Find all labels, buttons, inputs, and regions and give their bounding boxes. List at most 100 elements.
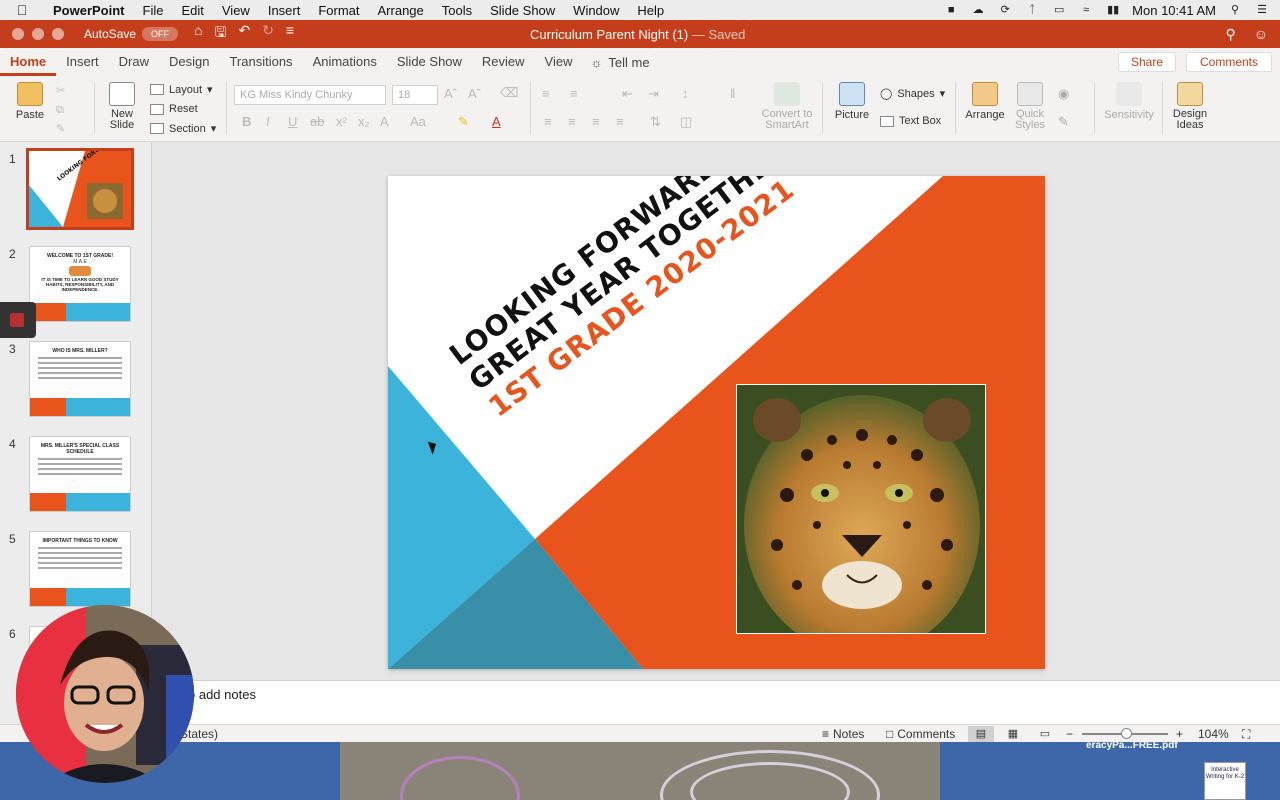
highlight-icon[interactable]: ✎ (458, 114, 469, 130)
tab-draw[interactable]: Draw (109, 48, 159, 76)
format-painter-button[interactable]: ✎ (56, 122, 65, 135)
new-slide-button[interactable]: New Slide (102, 82, 142, 131)
menu-window[interactable]: Window (564, 3, 628, 18)
menu-tools[interactable]: Tools (433, 3, 481, 18)
bullets-icon[interactable]: ≡ (542, 86, 550, 101)
zoom-out-button[interactable]: − (1066, 727, 1073, 741)
thumbnail-slide-2[interactable]: WELCOME TO 1ST GRADE! M.A.E IT IS TIME T… (29, 246, 131, 322)
font-name-dropdown[interactable]: KG Miss Kindy Chunky (234, 85, 386, 105)
tab-design[interactable]: Design (159, 48, 219, 76)
underline-icon[interactable]: U (288, 114, 297, 129)
thumbnail-slide-4[interactable]: MRS. MILLER'S SPECIAL CLASS SCHEDULE (29, 436, 131, 512)
bold-icon[interactable]: B (242, 114, 251, 129)
autosave-toggle[interactable]: OFF (142, 27, 179, 41)
spotlight-search-icon[interactable]: ⚲ (1227, 4, 1243, 16)
minimize-window-button[interactable] (32, 28, 44, 40)
customize-toolbar-icon[interactable]: ≡ (286, 22, 294, 46)
increase-indent-icon[interactable]: ⇥ (648, 86, 659, 102)
home-icon[interactable]: ⌂ (194, 22, 202, 46)
menu-help[interactable]: Help (628, 3, 673, 18)
font-size-dropdown[interactable]: 18 (392, 85, 438, 105)
close-window-button[interactable] (12, 28, 24, 40)
shape-fill-icon[interactable]: ◉ (1058, 86, 1069, 102)
zoom-level[interactable]: 104% (1198, 727, 1229, 741)
change-case-icon[interactable]: Aa (410, 114, 426, 129)
menu-format[interactable]: Format (309, 3, 368, 18)
desktop-document-icon[interactable]: Interactive Writing for K-2 (1204, 762, 1246, 800)
menu-insert[interactable]: Insert (259, 3, 310, 18)
slide-show-view-button[interactable]: ▭ (1032, 726, 1058, 742)
picture-button[interactable]: Picture (832, 82, 872, 121)
tab-review[interactable]: Review (472, 48, 535, 76)
stop-recording-button[interactable] (0, 302, 36, 338)
slide-sorter-button[interactable]: ▦ (1000, 726, 1026, 742)
tab-view[interactable]: View (535, 48, 583, 76)
sensitivity-button[interactable]: Sensitivity (1104, 82, 1154, 121)
menu-arrange[interactable]: Arrange (369, 3, 433, 18)
shapes-button[interactable]: ◯ Shapes ▾ (880, 87, 945, 101)
menu-slide-show[interactable]: Slide Show (481, 3, 564, 18)
align-center-icon[interactable]: ≡ (568, 114, 576, 129)
battery-icon[interactable]: ▮▮ (1105, 4, 1121, 16)
thumbnail-slide-5[interactable]: IMPORTANT THINGS TO KNOW (29, 531, 131, 607)
align-right-icon[interactable]: ≡ (592, 114, 600, 129)
strikethrough-icon[interactable]: ab (310, 114, 324, 129)
tell-me-box[interactable]: ☼ Tell me (583, 55, 650, 70)
section-button[interactable]: Section ▾ (150, 122, 216, 135)
tab-slide-show[interactable]: Slide Show (387, 48, 472, 76)
thumbnail-slide-3[interactable]: WHO IS MRS. MILLER? (29, 341, 131, 417)
quick-styles-button[interactable]: Quick Styles (1010, 82, 1050, 131)
zoom-window-button[interactable] (52, 28, 64, 40)
text-box-button[interactable]: Text Box (880, 115, 941, 127)
numbering-icon[interactable]: ≡ (570, 86, 578, 101)
tab-transitions[interactable]: Transitions (219, 48, 302, 76)
design-ideas-button[interactable]: Design Ideas (1170, 82, 1210, 131)
share-button[interactable]: Share (1118, 52, 1176, 72)
clock[interactable]: Mon 10:41 AM (1132, 3, 1216, 18)
notification-center-icon[interactable]: ☰ (1254, 4, 1270, 16)
grow-font-icon[interactable]: Aˆ (444, 86, 457, 101)
airplay-icon[interactable]: ▭ (1051, 4, 1067, 16)
font-color-icon[interactable]: A (492, 114, 501, 129)
bluetooth-icon[interactable]: ᛏ (1024, 4, 1040, 16)
paste-button[interactable]: Paste (12, 82, 48, 121)
current-slide-canvas[interactable]: LOOKING FORWARD TO A GREAT YEAR TOGETHER… (388, 176, 1045, 669)
comments-toggle[interactable]: □ Comments (886, 727, 955, 741)
sync-icon[interactable]: ⟳ (997, 4, 1013, 16)
cloud-icon[interactable]: ☁ (970, 4, 986, 16)
layout-button[interactable]: Layout ▾ (150, 83, 213, 96)
tab-home[interactable]: Home (0, 48, 57, 76)
text-effects-icon[interactable]: A (380, 114, 389, 129)
clear-formatting-icon[interactable]: ⌫ (500, 85, 518, 101)
notes-toggle[interactable]: ≡ Notes (822, 727, 864, 741)
text-direction-icon[interactable]: ⇅ (650, 114, 661, 130)
menu-app-name[interactable]: PowerPoint (44, 3, 134, 18)
align-left-icon[interactable]: ≡ (544, 114, 552, 129)
account-icon[interactable]: ☺ (1254, 26, 1268, 43)
notes-pane[interactable]: o add notes (152, 680, 1280, 724)
camera-icon[interactable]: ■ (943, 4, 959, 16)
jaguar-photo[interactable] (736, 384, 986, 634)
zoom-slider-handle[interactable] (1121, 728, 1132, 739)
wifi-icon[interactable]: ≈ (1078, 4, 1094, 16)
comments-button[interactable]: Comments (1186, 52, 1272, 72)
superscript-icon[interactable]: x² (336, 114, 347, 129)
line-spacing-icon[interactable]: ↕ (682, 86, 689, 101)
decrease-indent-icon[interactable]: ⇤ (622, 86, 633, 102)
desktop-file-label[interactable]: eracyPa...FREE.pdf (1086, 740, 1178, 751)
reset-button[interactable]: Reset (150, 103, 198, 115)
convert-smartart-button[interactable]: Convert to SmartArt (760, 82, 814, 131)
tab-animations[interactable]: Animations (303, 48, 387, 76)
justify-icon[interactable]: ≡ (616, 114, 624, 129)
save-icon[interactable]: 🖫 (215, 22, 227, 46)
redo-icon[interactable]: ↻ (262, 22, 274, 46)
fit-to-window-icon[interactable]: ⛶ (1242, 727, 1250, 742)
subscript-icon[interactable]: x₂ (358, 114, 370, 129)
cut-button[interactable]: ✂ (56, 84, 65, 97)
menu-edit[interactable]: Edit (172, 3, 212, 18)
thumbnail-slide-1[interactable]: LOOKING FORWARD (26, 148, 134, 230)
menu-view[interactable]: View (213, 3, 259, 18)
zoom-in-button[interactable]: + (1176, 727, 1183, 741)
arrange-button[interactable]: Arrange (964, 82, 1006, 121)
shrink-font-icon[interactable]: Aˇ (468, 86, 481, 101)
